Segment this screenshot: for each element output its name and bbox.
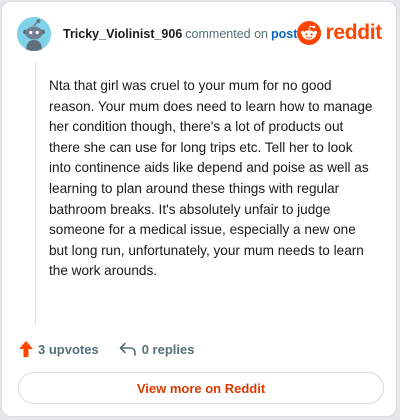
upvote-arrow-icon xyxy=(19,341,33,357)
snoo-avatar-icon[interactable] xyxy=(17,17,51,51)
view-more-button[interactable]: View more on Reddit xyxy=(18,372,384,404)
comment-header: Tricky_Violinist_906 commented on post red… xyxy=(17,17,382,53)
commented-on-text: commented on xyxy=(185,27,268,41)
comment-actions: 3 upvotes 0 replies xyxy=(18,338,194,360)
reply-count: 0 replies xyxy=(141,341,195,357)
comment-body: Nta that girl was cruel to your mum for … xyxy=(49,78,373,279)
upvote-count: 3 upvotes xyxy=(38,341,99,357)
reddit-wordmark: reddit xyxy=(325,21,382,44)
comment-card: Tricky_Violinist_906 commented on post red… xyxy=(1,1,397,417)
post-link[interactable]: post xyxy=(271,27,297,41)
reply-button[interactable]: 0 replies xyxy=(119,341,195,357)
user-line: Tricky_Violinist_906 commented on post xyxy=(63,27,297,41)
reddit-logo-icon xyxy=(297,21,322,45)
upvote-button[interactable]: 3 upvotes xyxy=(18,340,99,358)
reply-arrow-icon xyxy=(119,342,136,356)
thread-line xyxy=(35,62,36,324)
username[interactable]: Tricky_Violinist_906 xyxy=(63,27,182,41)
reddit-logo[interactable]: reddit xyxy=(297,19,382,47)
